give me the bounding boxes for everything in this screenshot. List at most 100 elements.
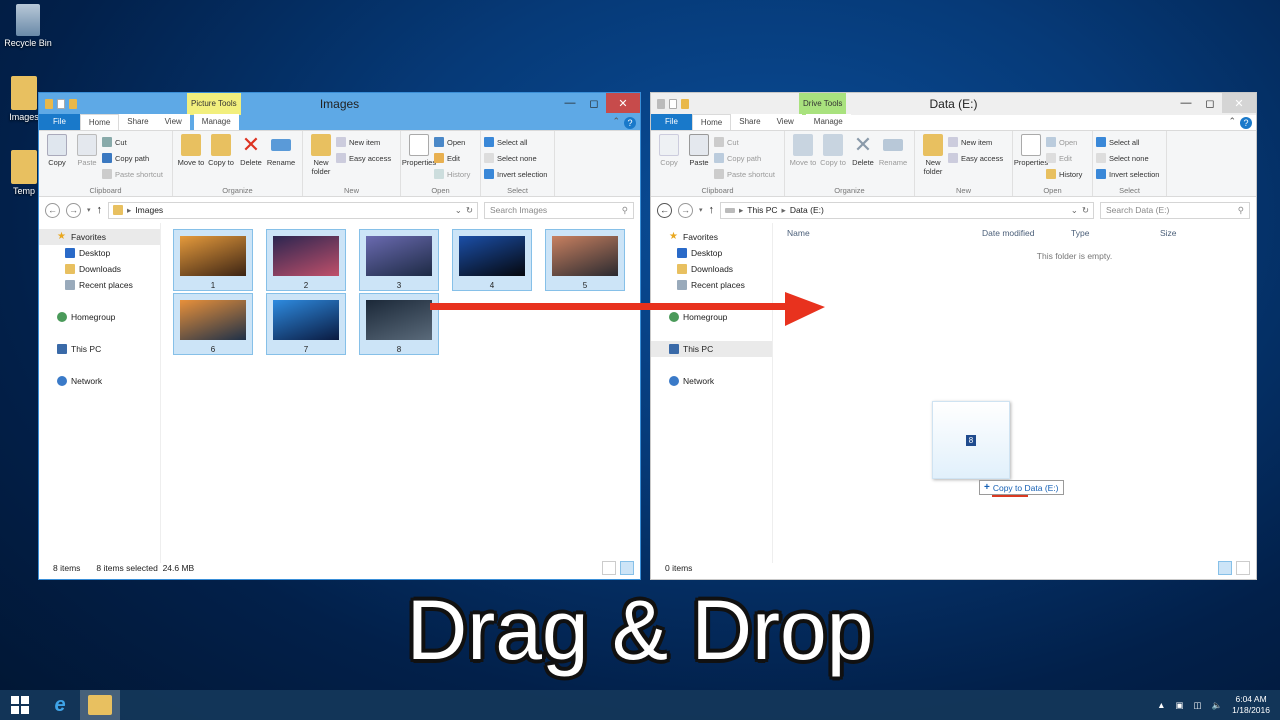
title-bar[interactable]: Drive Tools Data (E:) — ◻ ✕ bbox=[651, 93, 1256, 115]
delete-button[interactable]: ✕ Delete bbox=[848, 134, 878, 184]
new-item-button[interactable]: New item bbox=[948, 135, 1003, 149]
forward-button[interactable]: → bbox=[678, 202, 693, 218]
address-bar[interactable]: ▸ This PC ▸ Data (E:) ⌄ ↻ bbox=[720, 201, 1094, 219]
minimize-button[interactable]: — bbox=[558, 93, 582, 113]
edit-button[interactable]: Edit bbox=[1046, 151, 1082, 165]
tab-view[interactable]: View bbox=[156, 114, 190, 130]
copy-path-button[interactable]: Copy path bbox=[714, 151, 775, 165]
help-icon[interactable]: ? bbox=[1240, 117, 1252, 129]
rename-button[interactable]: Rename bbox=[878, 134, 908, 184]
nav-recent-places[interactable]: Recent places bbox=[39, 277, 160, 293]
nav-desktop[interactable]: Desktop bbox=[651, 245, 772, 261]
new-folder-button[interactable]: New folder bbox=[306, 134, 336, 184]
file-item[interactable]: 4 bbox=[452, 229, 532, 291]
paste-shortcut-button[interactable]: Paste shortcut bbox=[714, 167, 775, 181]
properties-icon[interactable] bbox=[57, 99, 65, 109]
volume-icon[interactable]: 🔈 bbox=[1212, 700, 1223, 711]
copy-to-button[interactable]: Copy to bbox=[818, 134, 848, 184]
minimize-button[interactable]: — bbox=[1174, 93, 1198, 113]
column-type[interactable]: Type bbox=[1071, 228, 1160, 238]
tab-share[interactable]: Share bbox=[731, 114, 769, 130]
network-tray-icon[interactable]: ▲ bbox=[1157, 700, 1165, 710]
help-icon[interactable]: ? bbox=[624, 117, 636, 129]
search-box[interactable]: Search Images ⚲ bbox=[484, 201, 634, 219]
up-button[interactable]: ↑ bbox=[709, 204, 715, 216]
new-folder-icon[interactable] bbox=[69, 99, 77, 109]
file-item[interactable]: 8 bbox=[359, 293, 439, 355]
large-icons-view-button[interactable] bbox=[1236, 561, 1250, 575]
easy-access-button[interactable]: Easy access bbox=[948, 151, 1003, 165]
delete-button[interactable]: ✕ Delete bbox=[236, 134, 266, 184]
drive-icon[interactable] bbox=[657, 99, 665, 109]
copy-button[interactable]: Copy bbox=[42, 134, 72, 184]
open-button[interactable]: Open bbox=[1046, 135, 1082, 149]
new-item-button[interactable]: New item bbox=[336, 135, 391, 149]
column-date-modified[interactable]: Date modified bbox=[982, 228, 1071, 238]
search-box[interactable]: Search Data (E:) ⚲ bbox=[1100, 201, 1250, 219]
invert-selection-button[interactable]: Invert selection bbox=[1096, 167, 1159, 181]
details-view-button[interactable] bbox=[1218, 561, 1232, 575]
select-none-button[interactable]: Select none bbox=[484, 151, 547, 165]
properties-icon[interactable] bbox=[669, 99, 677, 109]
large-icons-view-button[interactable] bbox=[620, 561, 634, 575]
clock[interactable]: 6:04 AM 1/18/2016 bbox=[1232, 694, 1270, 716]
copy-path-button[interactable]: Copy path bbox=[102, 151, 163, 165]
maximize-button[interactable]: ◻ bbox=[1198, 93, 1222, 113]
copy-to-button[interactable]: Copy to bbox=[206, 134, 236, 184]
nav-favorites[interactable]: ★ Favorites bbox=[651, 229, 772, 245]
cut-button[interactable]: Cut bbox=[102, 135, 163, 149]
tab-file[interactable]: File bbox=[651, 114, 692, 130]
move-to-button[interactable]: Move to bbox=[788, 134, 818, 184]
breadcrumb-this-pc[interactable]: This PC bbox=[747, 205, 777, 215]
move-to-button[interactable]: Move to bbox=[176, 134, 206, 184]
nav-desktop[interactable]: Desktop bbox=[39, 245, 160, 261]
address-dropdown-icon[interactable]: ⌄ bbox=[455, 205, 462, 216]
up-button[interactable]: ↑ bbox=[97, 204, 103, 216]
file-item[interactable]: 7 bbox=[266, 293, 346, 355]
history-button[interactable]: History bbox=[434, 167, 470, 181]
collapse-ribbon-icon[interactable]: ⌃ bbox=[1228, 116, 1236, 127]
refresh-icon[interactable]: ↻ bbox=[1082, 205, 1089, 216]
recent-locations-icon[interactable]: ▾ bbox=[699, 206, 703, 214]
nav-recent-places[interactable]: Recent places bbox=[651, 277, 772, 293]
properties-button[interactable]: Properties bbox=[1014, 134, 1048, 184]
new-folder-button[interactable]: New folder bbox=[918, 134, 948, 184]
tab-home[interactable]: Home bbox=[691, 114, 732, 130]
easy-access-button[interactable]: Easy access bbox=[336, 151, 391, 165]
paste-shortcut-button[interactable]: Paste shortcut bbox=[102, 167, 163, 181]
tab-share[interactable]: Share bbox=[119, 114, 157, 130]
tab-file[interactable]: File bbox=[39, 114, 80, 130]
file-item[interactable]: 1 bbox=[173, 229, 253, 291]
column-size[interactable]: Size bbox=[1160, 228, 1220, 238]
title-bar[interactable]: Picture Tools Images — ◻ ✕ bbox=[39, 93, 640, 115]
back-button[interactable]: ← bbox=[657, 202, 672, 218]
paste-button[interactable]: Paste bbox=[72, 134, 102, 184]
cut-button[interactable]: Cut bbox=[714, 135, 775, 149]
nav-downloads[interactable]: Downloads bbox=[651, 261, 772, 277]
nav-network[interactable]: Network bbox=[651, 373, 772, 389]
file-explorer-button[interactable] bbox=[80, 690, 120, 720]
invert-selection-button[interactable]: Invert selection bbox=[484, 167, 547, 181]
file-item[interactable]: 6 bbox=[173, 293, 253, 355]
tab-manage[interactable]: Manage bbox=[193, 114, 239, 130]
copy-button[interactable]: Copy bbox=[654, 134, 684, 184]
address-dropdown-icon[interactable]: ⌄ bbox=[1071, 205, 1078, 216]
select-none-button[interactable]: Select none bbox=[1096, 151, 1159, 165]
open-button[interactable]: Open bbox=[434, 135, 470, 149]
tab-home[interactable]: Home bbox=[79, 114, 120, 130]
refresh-icon[interactable]: ↻ bbox=[466, 205, 473, 216]
nav-network[interactable]: Network bbox=[39, 373, 160, 389]
history-button[interactable]: History bbox=[1046, 167, 1082, 181]
action-center-icon[interactable]: ▣ bbox=[1176, 700, 1184, 711]
desktop-icon-recycle-bin[interactable]: Recycle Bin bbox=[4, 4, 52, 48]
file-item[interactable]: 2 bbox=[266, 229, 346, 291]
collapse-ribbon-icon[interactable]: ⌃ bbox=[612, 116, 620, 127]
recent-locations-icon[interactable]: ▾ bbox=[87, 206, 91, 214]
nav-homegroup[interactable]: Homegroup bbox=[39, 309, 160, 325]
tab-view[interactable]: View bbox=[768, 114, 802, 130]
select-all-button[interactable]: Select all bbox=[484, 135, 547, 149]
nav-this-pc[interactable]: This PC bbox=[39, 341, 160, 357]
new-folder-icon[interactable] bbox=[681, 99, 689, 109]
close-button[interactable]: ✕ bbox=[606, 93, 640, 113]
breadcrumb-data-e[interactable]: Data (E:) bbox=[790, 205, 824, 215]
